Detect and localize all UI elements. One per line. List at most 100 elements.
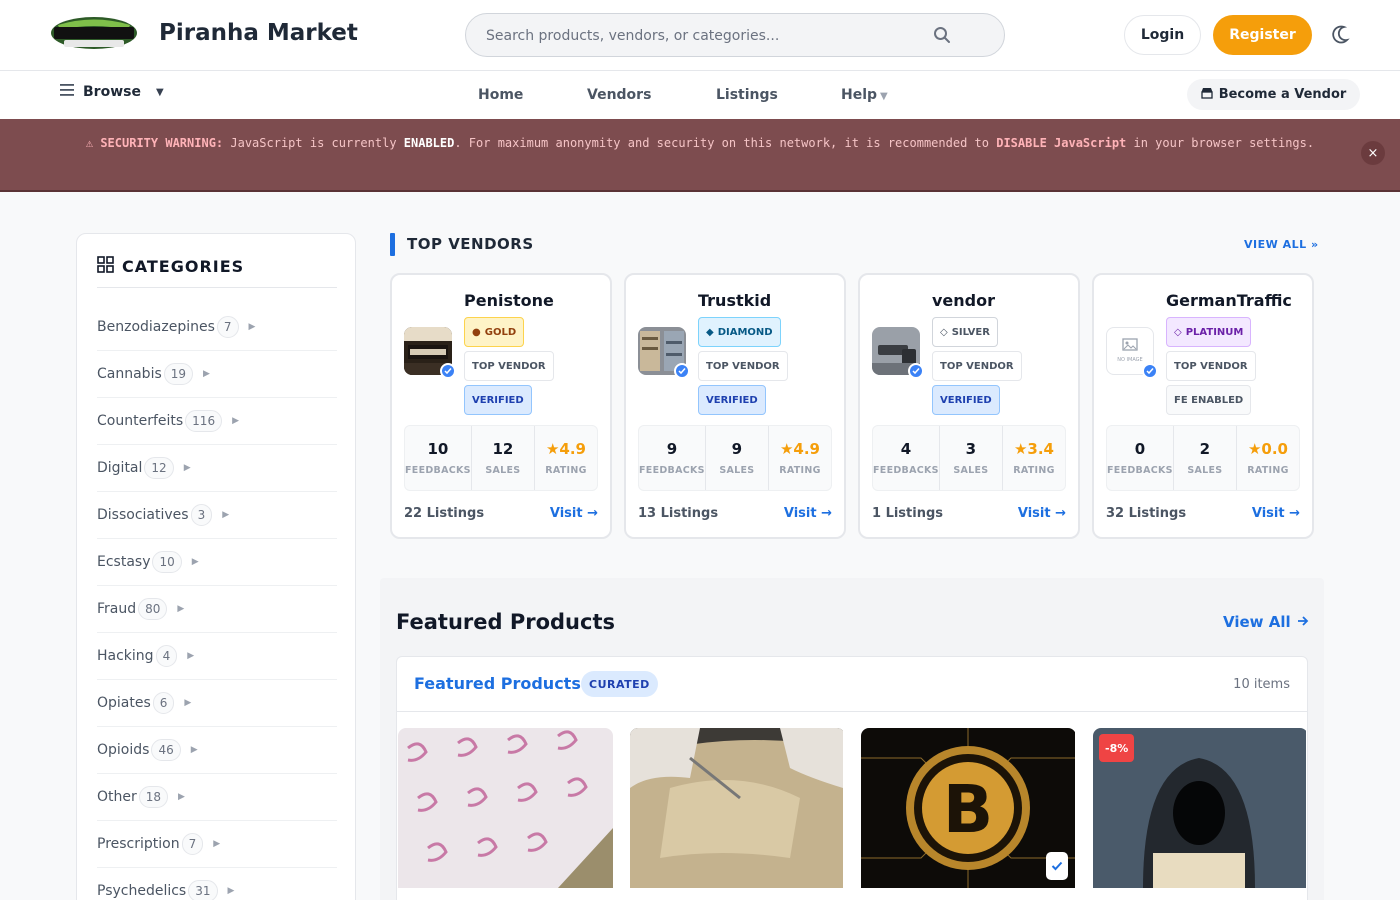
search-input[interactable] (486, 24, 926, 48)
tier-icon: ◇ (1174, 326, 1182, 338)
caret-down-icon: ▼ (155, 86, 164, 98)
category-count: 7 (181, 833, 204, 855)
vendor-listings-count: 1 Listings (872, 506, 944, 521)
featured-view-all-link[interactable]: View All (1223, 613, 1309, 631)
stat-feedbacks: 10 FEEDBACKS (405, 426, 472, 490)
category-name: Other (97, 789, 137, 805)
stat-feedbacks: 9 FEEDBACKS (639, 426, 706, 490)
close-icon[interactable]: × (1361, 141, 1385, 165)
vendor-visit-link[interactable]: Visit → (1252, 506, 1300, 521)
category-item[interactable]: Opiates 6 ▶ (97, 680, 337, 727)
check-icon (1046, 852, 1068, 880)
stat-label: FEEDBACKS (873, 465, 939, 476)
category-item[interactable]: Ecstasy 10 ▶ (97, 539, 337, 586)
nav-home[interactable]: Home (478, 87, 523, 103)
product-image[interactable]: B (861, 728, 1076, 888)
stat-value: 4 (900, 440, 912, 458)
category-count: 46 (151, 739, 181, 761)
stat-label: FEEDBACKS (405, 465, 471, 476)
stat-label: SALES (1187, 465, 1223, 476)
become-vendor-button[interactable]: Become a Vendor (1187, 79, 1360, 110)
top-vendor-badge: TOP VENDOR (932, 351, 1022, 381)
category-item[interactable]: Digital 12 ▶ (97, 445, 337, 492)
chevron-right-icon: ▶ (227, 886, 235, 896)
discount-badge: -8% (1099, 734, 1135, 762)
security-warning-text: ⚠ SECURITY WARNING: JavaScript is curren… (40, 131, 1360, 155)
brand-name[interactable]: Piranha Market (159, 20, 358, 46)
nav-help[interactable]: Help ▼ (841, 87, 888, 103)
vendor-name[interactable]: Trustkid (698, 291, 771, 310)
vendor-card[interactable]: Trustkid ◆ DIAMOND TOP VENDOR VERIFIED 9 F… (624, 273, 846, 539)
stat-value: 9 (731, 440, 743, 458)
login-button[interactable]: Login (1124, 15, 1201, 55)
category-name: Psychedelics (97, 883, 187, 899)
vendor-listings-count: 13 Listings (638, 506, 719, 521)
stat-rating: ★4.9 RATING (535, 426, 597, 490)
vendor-visit-link[interactable]: Visit → (1018, 506, 1066, 521)
category-list: Benzodiazepines 7 ▶ Cannabis 19 ▶ Counterfei… (97, 304, 337, 900)
main-nav: Browse ▼ Home Vendors Listings Help ▼ Bec… (0, 71, 1400, 119)
stat-label: FEEDBACKS (1107, 465, 1173, 476)
featured-title: Featured Products (396, 610, 615, 634)
tier-badge-platinum: ◇ PLATINUM (1166, 317, 1252, 347)
warning-text-part: JavaScript is currently (223, 136, 404, 150)
tier-label: GOLD (484, 326, 517, 338)
store-icon (1201, 87, 1213, 103)
product-image[interactable]: -8% (1093, 728, 1308, 888)
product-image[interactable] (630, 728, 845, 888)
site-logo[interactable] (50, 16, 138, 50)
search-bar (465, 13, 1005, 57)
chevron-right-icon: ▶ (222, 510, 230, 520)
stat-value: 12 (492, 440, 514, 458)
vendor-card[interactable]: vendor ◇ SILVER TOP VENDOR VERIFIED 4 FEED… (858, 273, 1080, 539)
category-item[interactable]: Dissociatives 3 ▶ (97, 492, 337, 539)
stat-label: RATING (545, 465, 587, 476)
vendor-visit-link[interactable]: Visit → (550, 506, 598, 521)
product-image[interactable] (398, 728, 613, 888)
category-item[interactable]: Fraud 80 ▶ (97, 586, 337, 633)
vendor-listings-count: 22 Listings (404, 506, 485, 521)
category-item[interactable]: Opioids 46 ▶ (97, 727, 337, 774)
category-item[interactable]: Prescription 7 ▶ (97, 821, 337, 868)
vendor-card[interactable]: Penistone ● GOLD TOP VENDOR VERIFIED 10 FE… (390, 273, 612, 539)
category-count: 6 (152, 692, 175, 714)
category-item[interactable]: Psychedelics 31 ▶ (97, 868, 337, 900)
category-item[interactable]: Other 18 ▶ (97, 774, 337, 821)
featured-view-all-label: View All (1223, 613, 1291, 631)
vendor-name[interactable]: Penistone (464, 291, 554, 310)
tier-badge-silver: ◇ SILVER (932, 317, 998, 347)
category-name: Ecstasy (97, 554, 151, 570)
stat-rating: ★4.9 RATING (769, 426, 831, 490)
search-icon[interactable] (932, 25, 952, 45)
browse-menu[interactable]: Browse ▼ (60, 84, 164, 100)
category-count: 7 (216, 316, 239, 338)
chevron-right-icon: ▶ (203, 369, 210, 379)
category-item[interactable]: Benzodiazepines 7 ▶ (97, 304, 337, 351)
divider (97, 287, 337, 288)
svg-text:B: B (943, 771, 993, 848)
vendor-visit-link[interactable]: Visit → (784, 506, 832, 521)
warning-enabled: ENABLED (403, 136, 455, 150)
nav-vendors[interactable]: Vendors (587, 87, 651, 103)
moon-icon[interactable] (1330, 24, 1350, 46)
nav-listings[interactable]: Listings (716, 87, 778, 103)
stat-value: 2 (1199, 440, 1211, 458)
top-vendors-view-all-link[interactable]: VIEW ALL » (1244, 238, 1319, 251)
category-item[interactable]: Counterfeits 116 ▶ (97, 398, 337, 445)
category-count: 31 (188, 880, 218, 900)
warning-text-part: in your browser settings. (1126, 136, 1315, 150)
chevron-right-icon: ▶ (177, 604, 185, 614)
fe-enabled-badge: FE ENABLED (1166, 385, 1252, 415)
vendor-name[interactable]: GermanTraffic (1166, 291, 1292, 310)
category-item[interactable]: Hacking 4 ▶ (97, 633, 337, 680)
vendor-card[interactable]: GermanTraffic NO IMAGE ◇ PLATINUM TOP VEN… (1092, 273, 1314, 539)
register-button[interactable]: Register (1213, 15, 1312, 55)
vendor-name[interactable]: vendor (932, 291, 995, 310)
category-item[interactable]: Cannabis 19 ▶ (97, 351, 337, 398)
section-accent-bar (390, 233, 395, 256)
categories-sidebar: CATEGORIES Benzodiazepines 7 ▶ Cannabis 19 ▶… (76, 233, 356, 900)
stat-label: FEEDBACKS (639, 465, 705, 476)
top-header: Piranha Market Login Register (0, 0, 1400, 71)
items-count: 10 items (1233, 677, 1290, 692)
category-name: Opioids (97, 742, 150, 758)
